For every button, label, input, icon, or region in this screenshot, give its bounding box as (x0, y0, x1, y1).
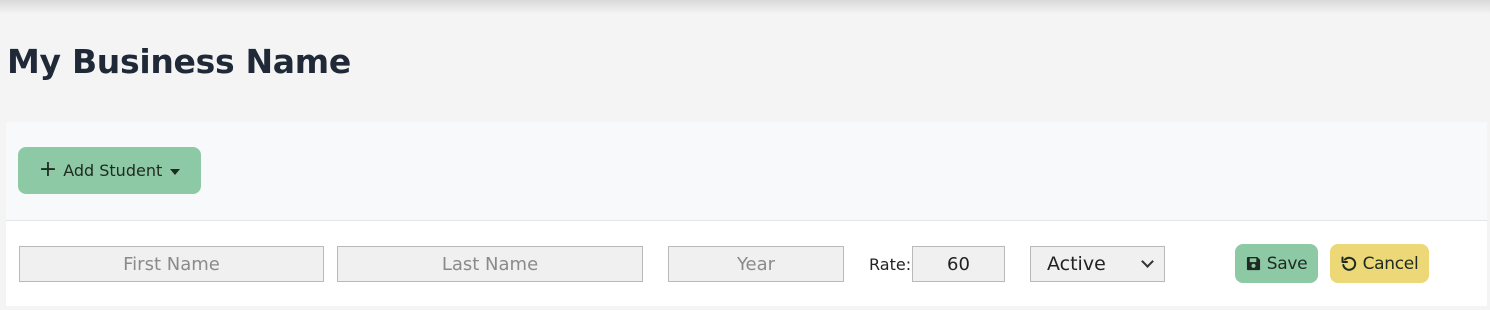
undo-icon (1341, 256, 1356, 271)
rate-input[interactable] (912, 246, 1005, 282)
plus-icon: + (38, 156, 58, 182)
first-name-input[interactable] (19, 246, 324, 282)
caret-down-icon (170, 168, 181, 175)
cancel-label: Cancel (1362, 253, 1419, 274)
last-name-input[interactable] (337, 246, 643, 282)
page-title: My Business Name (7, 42, 351, 81)
year-input[interactable] (668, 246, 844, 282)
top-shadow (0, 0, 1490, 14)
chevron-down-icon (1141, 255, 1154, 268)
status-select[interactable]: Active (1030, 246, 1165, 282)
card-header: + Add Student (6, 122, 1487, 221)
save-button[interactable]: Save (1235, 244, 1318, 283)
rate-label: Rate: (869, 255, 912, 274)
student-card: + Add Student Rate: Active Save Cancel (6, 122, 1487, 306)
cancel-button[interactable]: Cancel (1330, 244, 1429, 283)
add-student-button[interactable]: + Add Student (18, 147, 201, 194)
add-student-label: Add Student (63, 161, 163, 180)
floppy-disk-icon (1246, 256, 1260, 271)
status-selected-value: Active (1047, 253, 1106, 275)
save-label: Save (1266, 253, 1308, 274)
